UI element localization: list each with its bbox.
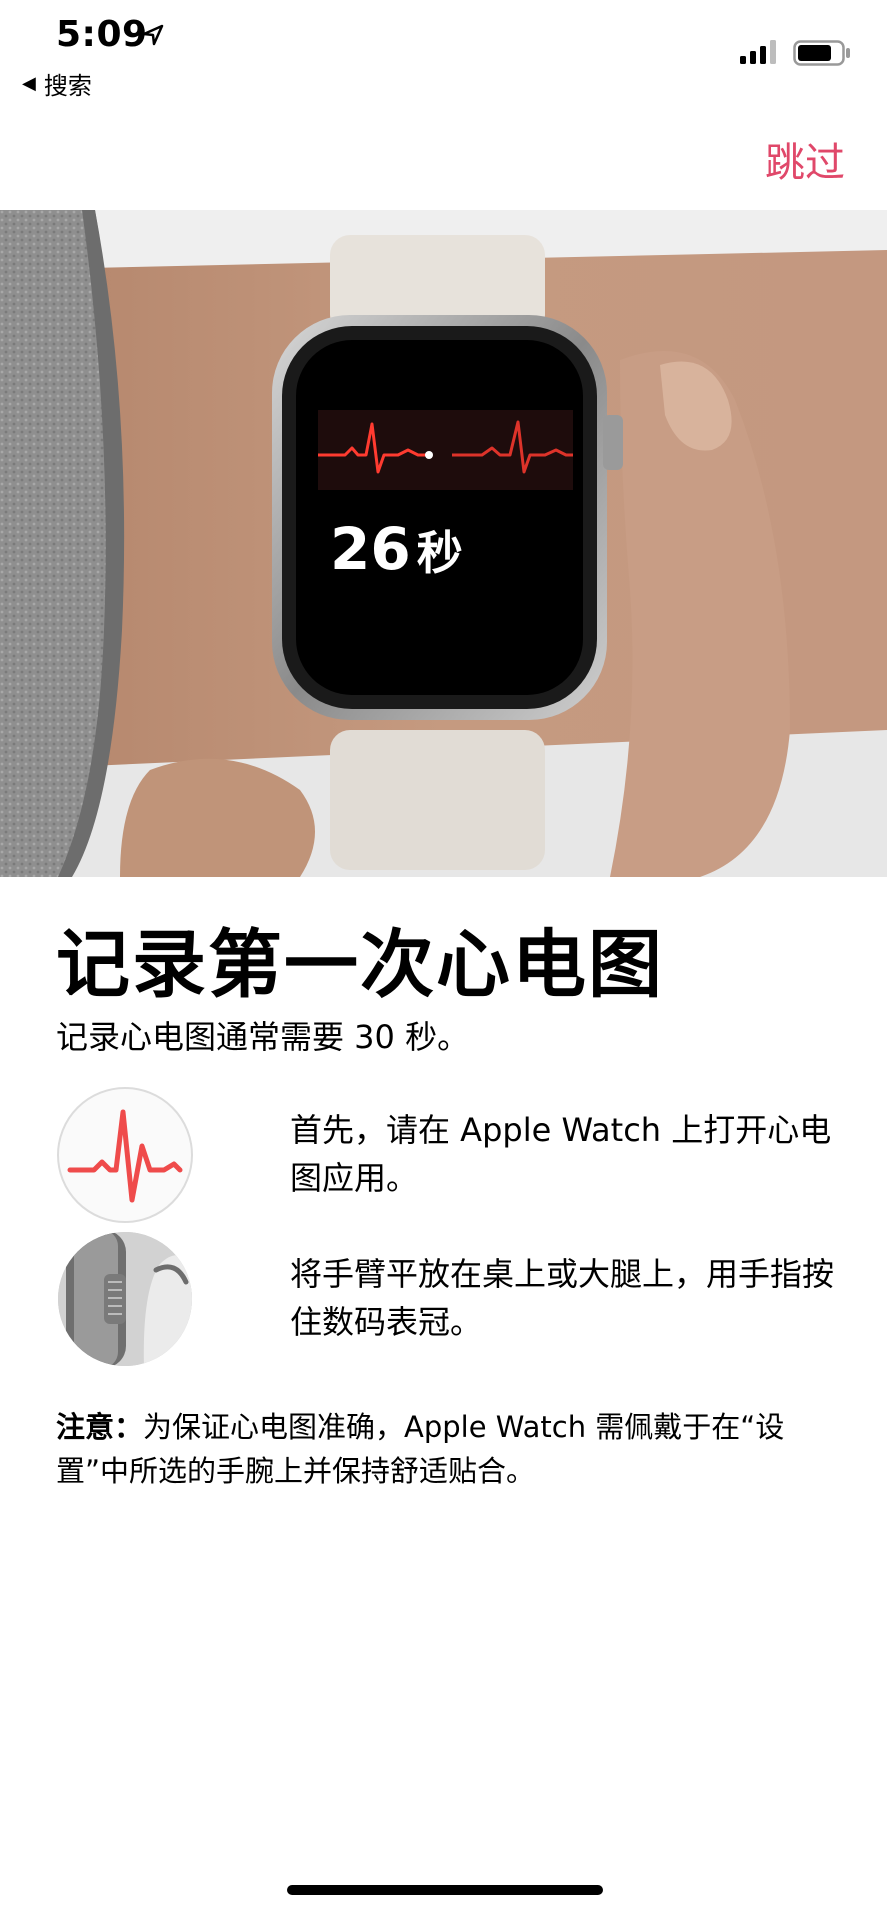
back-to-search-link[interactable]: ◀ 搜索 [22, 66, 92, 101]
step-hold-crown: 将手臂平放在桌上或大腿上，用手指按住数码表冠。 [56, 1230, 836, 1368]
page-subtitle: 记录心电图通常需要 30 秒。 [56, 1018, 470, 1056]
watch-timer-value: 26 [330, 515, 411, 583]
back-link-label: 搜索 [43, 72, 92, 100]
watch-ecg-timer: 26 秒 [330, 515, 463, 583]
note-text: 为保证心电图准确，Apple Watch 需佩戴于在“设置”中所选的手腕上并保持… [56, 1410, 785, 1488]
location-arrow-icon [142, 24, 164, 46]
cellular-signal-icon [740, 40, 776, 64]
note-label: 注意： [56, 1410, 144, 1444]
back-triangle-icon: ◀ [22, 73, 36, 94]
digital-crown-icon [58, 1232, 192, 1366]
ecg-app-icon [57, 1087, 193, 1223]
step-open-ecg-app: 首先，请在 Apple Watch 上打开心电图应用。 [56, 1086, 836, 1224]
fit-note: 注意：为保证心电图准确，Apple Watch 需佩戴于在“设置”中所选的手腕上… [56, 1405, 856, 1493]
home-indicator[interactable] [287, 1885, 603, 1895]
page-title: 记录第一次心电图 [56, 922, 664, 1008]
step-1-text: 首先，请在 Apple Watch 上打开心电图应用。 [290, 1111, 832, 1197]
status-time: 5:09 [56, 14, 148, 55]
battery-icon [793, 40, 850, 66]
skip-button[interactable]: 跳过 [765, 130, 845, 188]
hero-image: 26 秒 [0, 210, 887, 877]
step-2-text: 将手臂平放在桌上或大腿上，用手指按住数码表冠。 [290, 1255, 835, 1341]
watch-timer-unit: 秒 [416, 526, 463, 580]
